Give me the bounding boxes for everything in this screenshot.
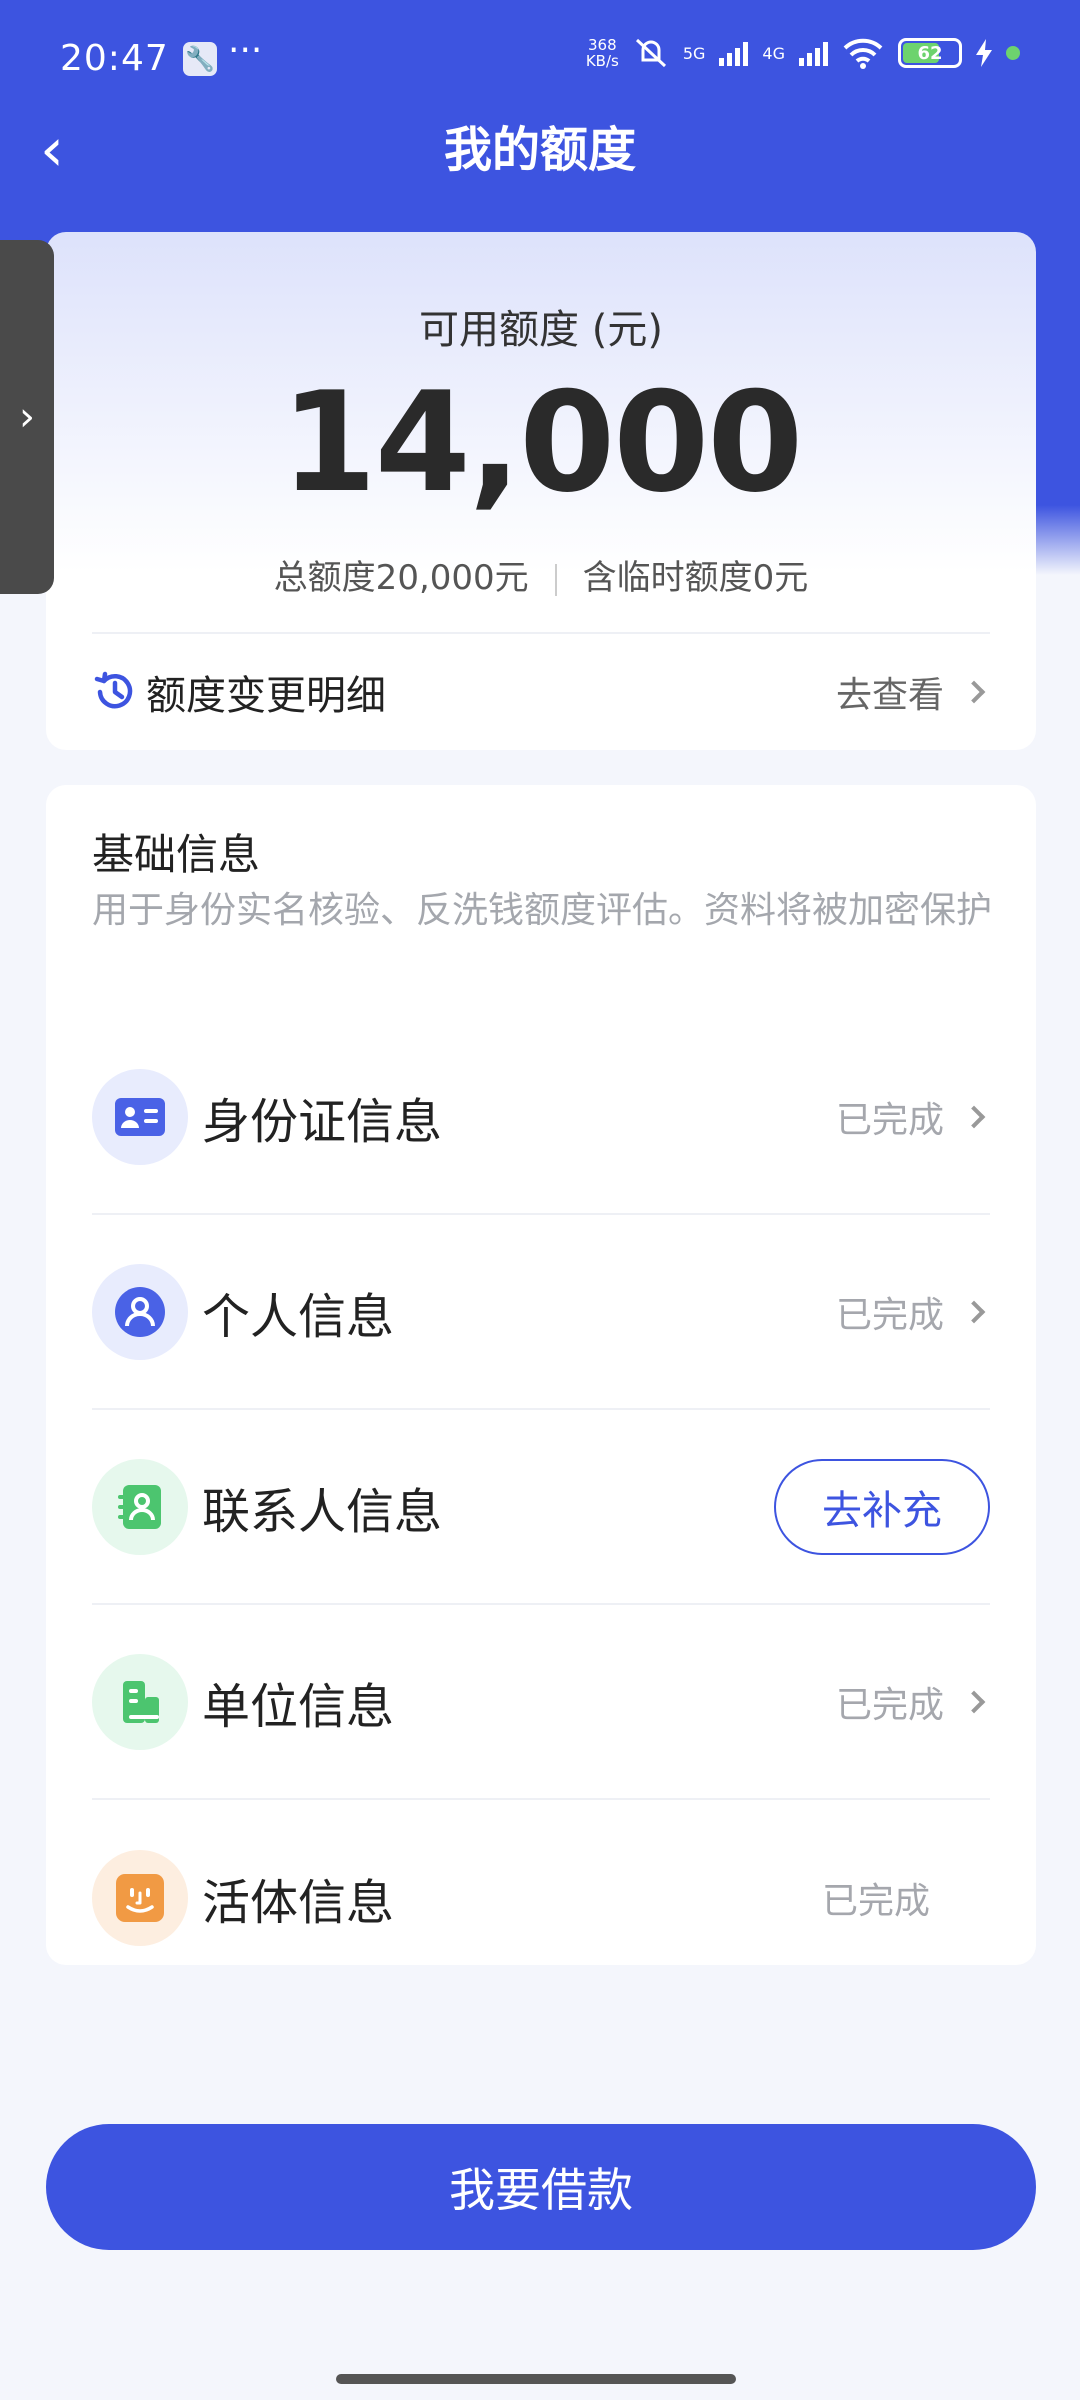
limit-history-row[interactable]: 额度变更明细 去查看 <box>92 652 990 732</box>
side-expand-tab[interactable]: › <box>0 240 54 594</box>
row-label: 单位信息 <box>202 1678 395 1735</box>
liveness-info-row[interactable]: 活体信息 已完成 <box>92 1800 990 1995</box>
home-indicator[interactable] <box>336 2374 736 2384</box>
employer-info-row[interactable]: 单位信息 已完成 <box>92 1605 990 1800</box>
limit-summary: 总额度20,000元 含临时额度0元 <box>46 550 1036 599</box>
chevron-right-icon <box>962 680 986 704</box>
row-status: 已完成 <box>835 1099 944 1141</box>
mute-vibrate-icon <box>635 38 666 68</box>
status-dot-icon <box>1006 46 1020 60</box>
total-limit: 总额度20,000元 <box>273 558 529 598</box>
more-notifications-icon: ··· <box>228 30 263 71</box>
view-history-link[interactable]: 去查看 <box>836 666 944 718</box>
temp-limit: 含临时额度0元 <box>582 558 809 598</box>
personal-info-row[interactable]: 个人信息 已完成 <box>92 1215 990 1410</box>
sim2-label: 4G <box>762 43 785 63</box>
building-icon <box>92 1653 188 1750</box>
net-speed: 368 KB/s <box>585 36 619 70</box>
separator <box>554 563 557 596</box>
basic-info-description: 用于身份实名核验、反洗钱额度评估。资料将被加密保护 <box>92 890 993 931</box>
supplement-button[interactable]: 去补充 <box>774 1458 990 1555</box>
basic-info-list: 身份证信息 已完成 个人信息 已完成 联系人信息 去补充 单位信息 已完成 活体… <box>92 1020 990 1995</box>
row-label: 联系人信息 <box>202 1483 443 1540</box>
borrow-button[interactable]: 我要借款 <box>46 2124 1036 2250</box>
chevron-right-icon <box>962 1105 986 1128</box>
limit-history-label: 额度变更明细 <box>146 673 386 719</box>
page-title: 我的额度 <box>443 122 636 178</box>
contact-info-row[interactable]: 联系人信息 去补充 <box>92 1410 990 1605</box>
signal-bars-icon <box>719 40 749 66</box>
signal-bars-icon <box>799 40 828 66</box>
basic-info-card: 基础信息 用于身份实名核验、反洗钱额度评估。资料将被加密保护 身份证信息 已完成 <box>46 785 1036 1965</box>
row-status: 已完成 <box>835 1294 944 1336</box>
status-time: 20:47 <box>60 38 169 79</box>
row-status: 已完成 <box>821 1880 930 1922</box>
available-limit-label: 可用额度 (元) <box>419 307 663 353</box>
id-card-icon <box>92 1068 188 1165</box>
charging-icon <box>976 39 992 67</box>
person-icon <box>92 1263 188 1360</box>
id-card-info-row[interactable]: 身份证信息 已完成 <box>92 1020 990 1215</box>
sim1-label: 5G <box>682 43 706 63</box>
available-limit-amount: 14,000 <box>280 362 804 523</box>
wrench-icon: 🔧 <box>183 42 217 76</box>
row-label: 活体信息 <box>202 1874 395 1931</box>
chevron-right-icon <box>962 1690 986 1713</box>
battery-icon: 62 <box>898 38 962 68</box>
history-clock-icon <box>94 671 133 709</box>
divider <box>92 632 990 634</box>
chevron-right-icon <box>962 1300 986 1323</box>
row-label: 身份证信息 <box>202 1093 443 1150</box>
row-label: 个人信息 <box>202 1288 395 1345</box>
credit-card: 可用额度 (元) 14,000 总额度20,000元 含临时额度0元 额度变更明细… <box>46 232 1036 750</box>
contact-icon <box>92 1458 188 1555</box>
status-bar: 20:47 🔧 ··· 368 KB/s 5G 4G 62 <box>0 0 1080 118</box>
basic-info-title: 基础信息 <box>92 830 261 879</box>
wifi-icon <box>843 38 883 69</box>
face-icon <box>92 1849 188 1946</box>
row-status: 已完成 <box>835 1684 944 1726</box>
app-header: ‹ 我的额度 <box>0 110 1080 190</box>
chevron-right-icon: › <box>19 394 35 440</box>
